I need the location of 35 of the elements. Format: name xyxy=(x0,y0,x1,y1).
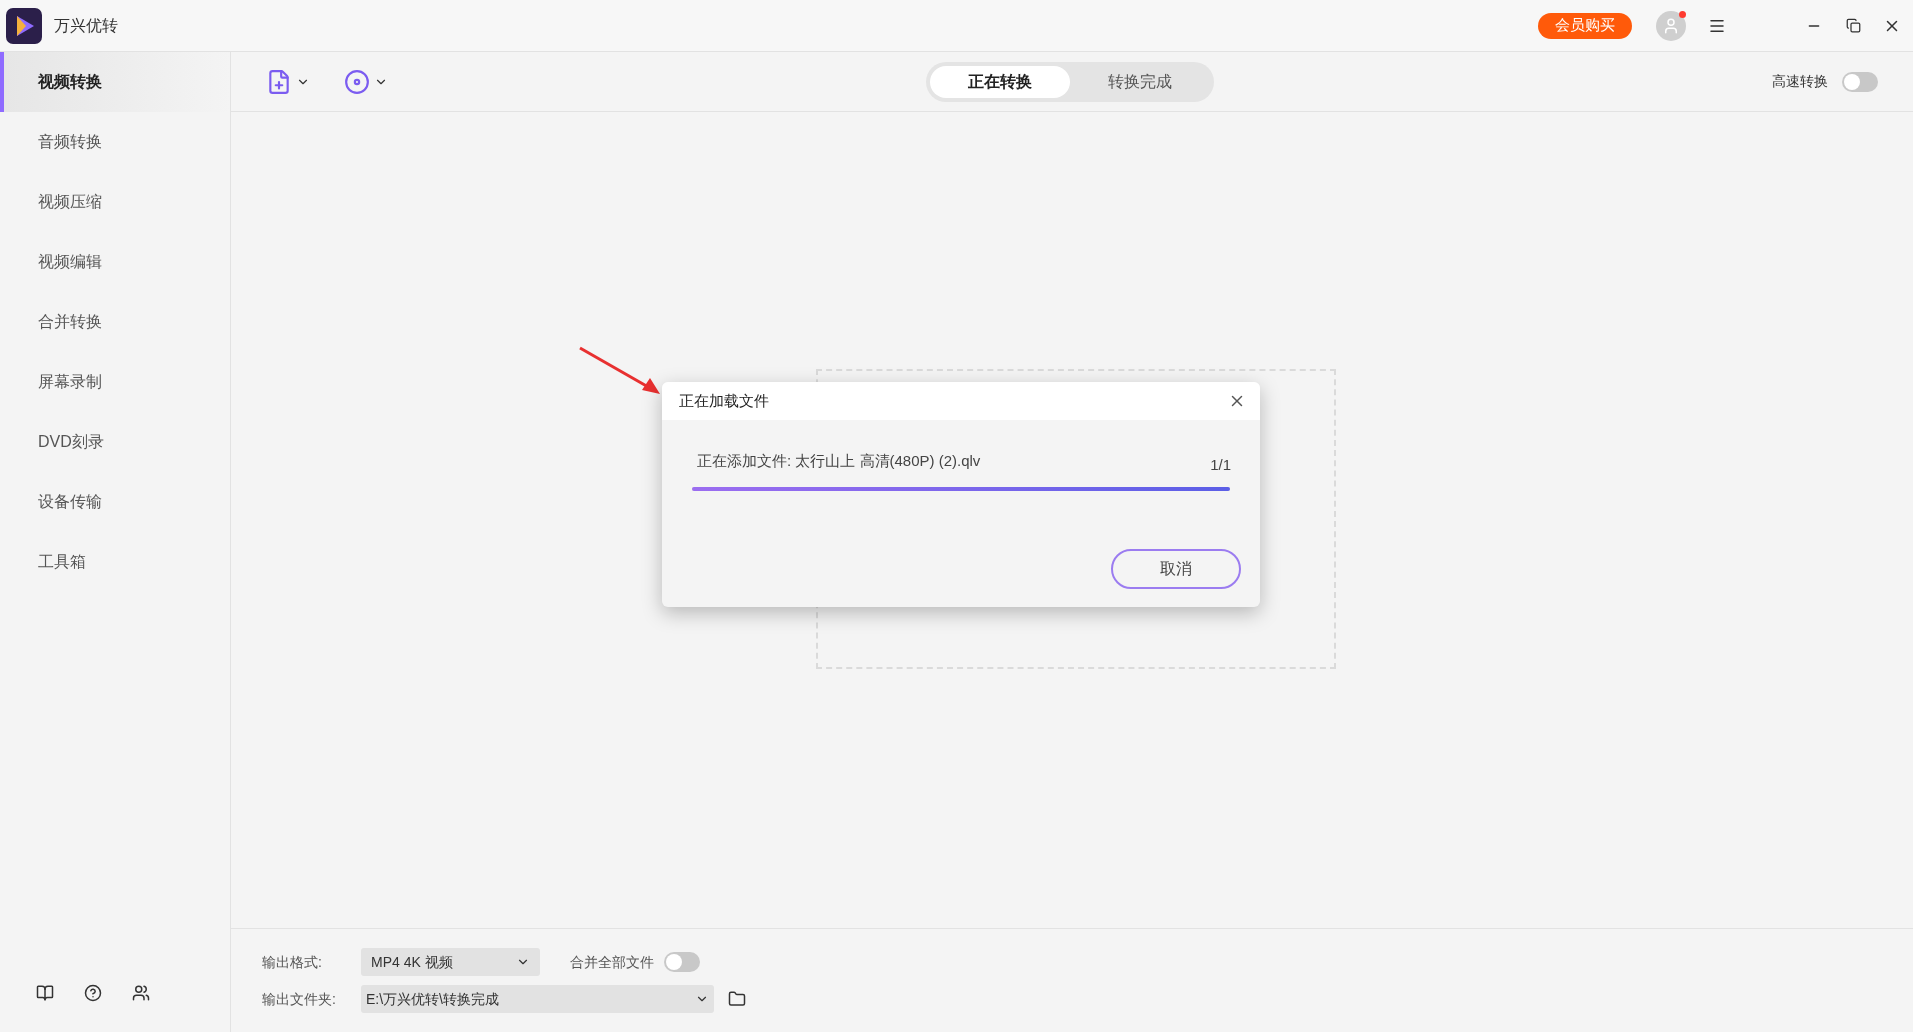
help-icon[interactable] xyxy=(84,984,102,1002)
toggle-switch[interactable] xyxy=(664,952,700,972)
sidebar-item[interactable]: 屏幕录制 xyxy=(0,352,230,412)
format-dropdown[interactable]: MP4 4K 视频 xyxy=(361,948,540,976)
sidebar-item[interactable]: 设备传输 xyxy=(0,472,230,532)
output-folder-label: 输出文件夹: xyxy=(262,989,337,1009)
sidebar-item[interactable]: 视频压缩 xyxy=(0,172,230,232)
status-tab[interactable]: 正在转换 xyxy=(930,65,1070,98)
community-icon[interactable] xyxy=(132,984,150,1002)
toggle-switch[interactable] xyxy=(1842,71,1878,92)
sidebar-item[interactable]: 工具箱 xyxy=(0,532,230,592)
guide-icon[interactable] xyxy=(36,984,54,1002)
user-icon xyxy=(1662,16,1680,35)
sidebar-item[interactable]: 音频转换 xyxy=(0,112,230,172)
folder-icon[interactable] xyxy=(728,990,746,1008)
dialog-title: 正在加载文件 xyxy=(679,390,769,411)
merge-files-label: 合并全部文件 xyxy=(570,952,654,972)
add-disc-button[interactable] xyxy=(344,68,388,95)
file-count: 1/1 xyxy=(1210,455,1231,475)
output-format-label: 输出格式: xyxy=(262,952,323,972)
status-tab[interactable]: 转换完成 xyxy=(1070,65,1210,98)
sidebar-item[interactable]: 视频编辑 xyxy=(0,232,230,292)
disc-icon xyxy=(344,68,370,95)
loading-message: 正在添加文件: 太行山上 高清(480P) (2).qlv xyxy=(697,451,981,471)
file-add-icon xyxy=(266,68,292,95)
sidebar-item[interactable]: 合并转换 xyxy=(0,292,230,352)
sidebar-item[interactable]: DVD刻录 xyxy=(0,412,230,472)
app-title: 万兴优转 xyxy=(54,15,118,36)
cancel-button[interactable]: 取消 xyxy=(1111,549,1241,589)
high-speed-label: 高速转换 xyxy=(1772,72,1828,91)
account-button[interactable] xyxy=(1656,10,1686,41)
app-logo-icon xyxy=(6,7,42,44)
restore-icon[interactable] xyxy=(1846,18,1861,33)
folder-dropdown[interactable]: E:\万兴优转\转换完成 xyxy=(361,985,714,1013)
add-file-button[interactable] xyxy=(266,68,310,95)
